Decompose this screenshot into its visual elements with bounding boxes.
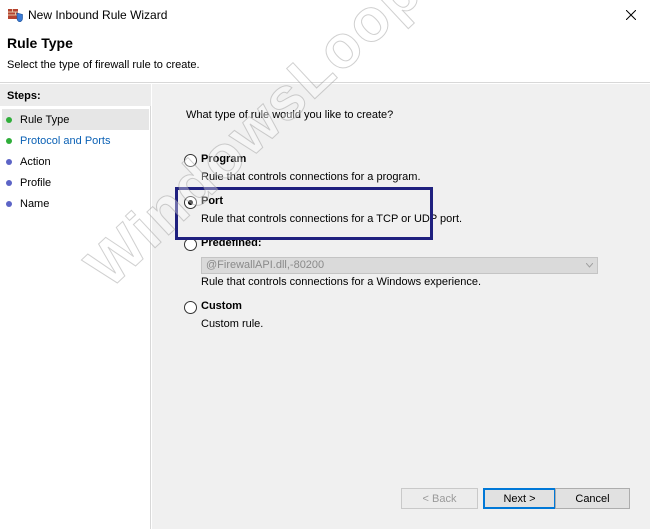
- page-subtitle: Select the type of firewall rule to crea…: [7, 59, 200, 71]
- step-dot-icon: [6, 200, 12, 207]
- back-button[interactable]: < Back: [401, 488, 478, 509]
- step-label: Profile: [20, 176, 52, 189]
- step-label: Protocol and Ports: [20, 134, 111, 147]
- close-icon: [626, 10, 636, 20]
- predefined-select-value: @FirewallAPI.dll,-80200: [206, 259, 325, 271]
- cancel-button[interactable]: Cancel: [555, 488, 630, 509]
- step-dot-icon: [6, 158, 12, 165]
- predefined-select: @FirewallAPI.dll,-80200: [201, 257, 598, 274]
- chevron-down-icon: [586, 263, 593, 268]
- steps-heading: Steps:: [0, 84, 151, 106]
- next-button[interactable]: Next >: [483, 488, 556, 509]
- step-action: Action: [2, 151, 149, 172]
- step-rule-type[interactable]: Rule Type: [2, 109, 149, 130]
- steps-sidebar: Steps: Rule Type Protocol and Ports Acti…: [0, 84, 151, 529]
- step-label: Action: [20, 155, 51, 168]
- step-dot-icon: [6, 116, 12, 123]
- option-title: Custom: [201, 300, 242, 312]
- step-profile: Profile: [2, 172, 149, 193]
- firewall-shield-icon: [8, 9, 23, 22]
- page-title: Rule Type: [7, 35, 73, 51]
- step-label: Rule Type: [20, 113, 70, 126]
- option-description: Custom rule.: [201, 318, 264, 330]
- step-dot-icon: [6, 179, 12, 186]
- close-button[interactable]: [612, 0, 650, 30]
- window-title: New Inbound Rule Wizard: [28, 8, 168, 22]
- step-protocol-and-ports[interactable]: Protocol and Ports: [2, 130, 149, 151]
- step-dot-icon: [6, 137, 12, 144]
- custom-radio[interactable]: [184, 301, 197, 314]
- step-label: Name: [20, 197, 50, 210]
- option-description: Rule that controls connections for a Win…: [201, 276, 482, 288]
